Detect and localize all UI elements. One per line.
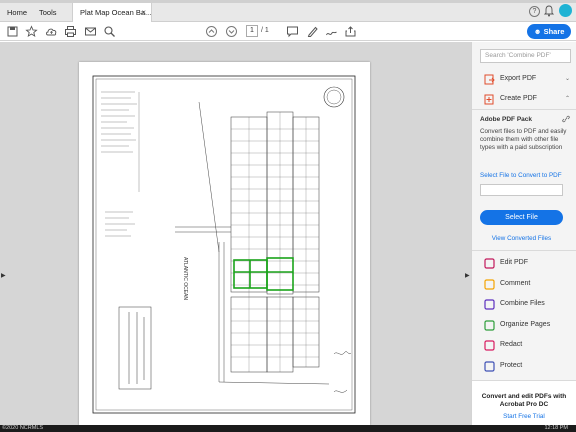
- help-icon[interactable]: ?: [529, 6, 540, 17]
- create-pdf-icon: [484, 94, 494, 105]
- chevron-down-icon[interactable]: ⌄: [565, 72, 570, 86]
- file-path-input[interactable]: [480, 184, 563, 196]
- sign-icon[interactable]: [325, 25, 338, 38]
- collapse-left-panel-icon[interactable]: ▶: [1, 272, 6, 279]
- view-converted-files-link[interactable]: View Converted Files: [472, 235, 571, 242]
- bell-icon[interactable]: [544, 5, 554, 17]
- tool-item-combine-files[interactable]: Combine Files: [472, 297, 576, 311]
- user-avatar[interactable]: [559, 4, 572, 17]
- star-icon[interactable]: [25, 25, 38, 38]
- pdf-page[interactable]: ATLANTIC OCEAN: [79, 62, 370, 425]
- upload-cloud-icon[interactable]: [45, 25, 58, 38]
- share-link-icon[interactable]: [344, 25, 357, 38]
- share-button[interactable]: ☻ Share: [527, 24, 571, 39]
- toolbar: 1 / 1 ☻ Share: [0, 22, 576, 41]
- svg-text:ATLANTIC OCEAN: ATLANTIC OCEAN: [182, 257, 188, 300]
- create-pdf-item[interactable]: Create PDF ⌃: [472, 92, 576, 106]
- tool-item-label: Combine Files: [500, 300, 545, 307]
- tool-item-label: Redact: [500, 341, 523, 348]
- select-file-button[interactable]: Select File: [480, 210, 563, 225]
- divider: [472, 109, 576, 110]
- start-free-trial-link[interactable]: Start Free Trial: [472, 413, 576, 420]
- edit-pdf-icon: [484, 258, 495, 269]
- tab-bar: Home Tools Plat Map Ocean Ba... × ?: [0, 0, 576, 22]
- share-button-label: Share: [543, 27, 565, 36]
- document-area[interactable]: ▶ ▶ ATLANTIC OCEAN: [0, 42, 471, 425]
- next-page-icon[interactable]: [225, 25, 238, 38]
- tool-item-comment[interactable]: Comment: [472, 277, 576, 291]
- tool-item-edit-pdf[interactable]: Edit PDF: [472, 256, 576, 270]
- tools-search-input[interactable]: Search 'Combine PDF': [480, 49, 571, 63]
- combine-files-icon: [484, 299, 495, 310]
- previous-page-icon[interactable]: [205, 25, 218, 38]
- collapse-right-panel-icon[interactable]: ▶: [465, 272, 470, 279]
- create-pdf-label: Create PDF: [500, 95, 537, 102]
- save-icon[interactable]: [6, 25, 19, 38]
- link-icon[interactable]: [561, 114, 571, 124]
- print-icon[interactable]: [64, 25, 77, 38]
- protect-icon: [484, 360, 495, 372]
- divider: [472, 250, 576, 251]
- comment-icon: [484, 278, 495, 290]
- tab-tools[interactable]: Tools: [32, 3, 64, 22]
- organize-pages-icon: [484, 319, 495, 331]
- tool-item-organize-pages[interactable]: Organize Pages: [472, 318, 576, 332]
- copyright-text: ©2020 NCRMLS: [2, 425, 44, 431]
- close-tab-icon[interactable]: ×: [141, 3, 146, 22]
- tool-item-label: Protect: [500, 361, 523, 369]
- tool-item-protect[interactable]: Protect: [472, 359, 576, 373]
- page-total: / 1: [261, 27, 269, 34]
- clock-text: 12:18 PM: [544, 425, 568, 431]
- plat-map-drawing: ATLANTIC OCEAN: [92, 75, 356, 414]
- pdf-pack-title: Adobe PDF Pack: [480, 116, 533, 123]
- highlight-pen-icon[interactable]: [306, 25, 319, 38]
- pdf-pack-description: Convert files to PDF and easily combine …: [480, 128, 567, 151]
- tool-item-label: Comment: [500, 279, 531, 287]
- zoom-search-icon[interactable]: [103, 25, 116, 38]
- email-icon[interactable]: [84, 25, 97, 38]
- footer-bar: ©2020 NCRMLS 12:18 PM: [0, 425, 576, 432]
- tool-item-redact[interactable]: Redact: [472, 338, 576, 352]
- redact-icon: [484, 340, 495, 351]
- page-number-input[interactable]: 1: [246, 25, 258, 37]
- tool-item-label: Edit PDF: [500, 259, 529, 266]
- right-tools-panel: Search 'Combine PDF' Export PDF ⌄ Create…: [471, 42, 576, 425]
- tab-document[interactable]: Plat Map Ocean Ba... ×: [72, 3, 152, 22]
- share-user-icon: ☻: [533, 27, 544, 36]
- export-pdf-icon: [484, 74, 495, 85]
- tool-item-label: Organize Pages: [500, 320, 551, 328]
- promo-text: Convert and edit PDFs with Acrobat Pro D…: [481, 393, 567, 408]
- export-pdf-item[interactable]: Export PDF ⌄: [472, 72, 576, 86]
- export-pdf-label: Export PDF: [500, 75, 537, 82]
- promo-box: Convert and edit PDFs with Acrobat Pro D…: [472, 380, 576, 425]
- comment-icon[interactable]: [286, 25, 299, 38]
- convert-file-label[interactable]: Select File to Convert to PDF: [480, 172, 562, 179]
- tab-home[interactable]: Home: [0, 3, 34, 22]
- chevron-up-icon[interactable]: ⌃: [565, 92, 570, 106]
